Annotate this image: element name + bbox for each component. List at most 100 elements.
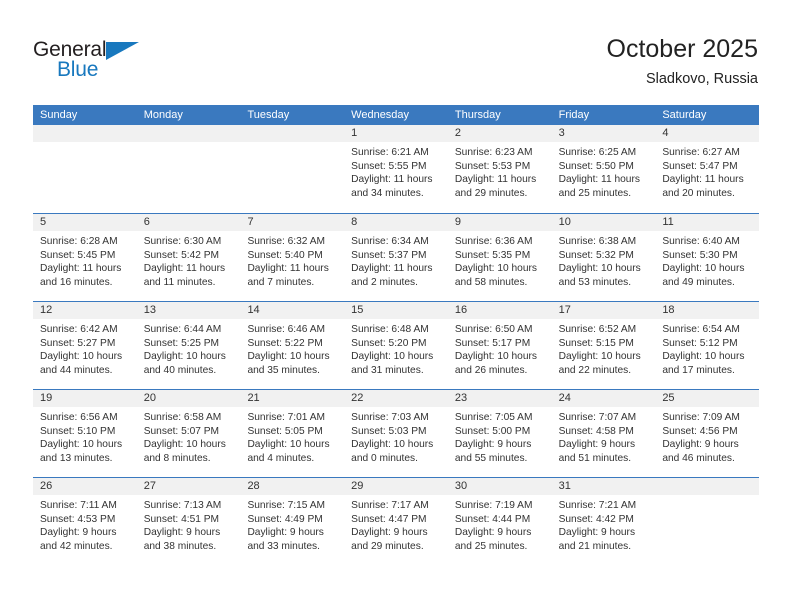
calendar-day-cell[interactable]: 22 Sunrise: 7:03 AM Sunset: 5:03 PM Dayligh…	[344, 390, 448, 477]
calendar-day-cell[interactable]: 3 Sunrise: 6:25 AM Sunset: 5:50 PM Daylight…	[551, 125, 656, 213]
sunset-text: Sunset: 5:40 PM	[247, 249, 323, 261]
calendar-day-cell-empty	[240, 125, 345, 213]
sunrise-text: Sunrise: 6:44 AM	[143, 324, 222, 335]
sunrise-text: Sunrise: 7:01 AM	[247, 412, 326, 423]
sunset-text: Sunset: 5:45 PM	[40, 249, 116, 261]
daylight-text-line1: Daylight: 9 hours	[662, 439, 739, 451]
daylight-text-line2: and 17 minutes.	[662, 364, 735, 376]
day-number: 8	[344, 214, 448, 231]
sunset-text: Sunset: 4:47 PM	[351, 513, 427, 525]
calendar-day-cell[interactable]: 31 Sunrise: 7:21 AM Sunset: 4:42 PM Dayligh…	[551, 478, 656, 565]
calendar-day-cell[interactable]: 16 Sunrise: 6:50 AM Sunset: 5:17 PM Dayligh…	[447, 302, 552, 389]
calendar-day-cell[interactable]: 2 Sunrise: 6:23 AM Sunset: 5:53 PM Daylight…	[447, 125, 552, 213]
day-details: Sunrise: 7:15 AM Sunset: 4:49 PM Daylight:…	[240, 495, 344, 553]
calendar-day-cell[interactable]: 17 Sunrise: 6:52 AM Sunset: 5:15 PM Dayligh…	[551, 302, 656, 389]
day-number: 7	[240, 214, 345, 231]
calendar-day-cell[interactable]: 27 Sunrise: 7:13 AM Sunset: 4:51 PM Dayligh…	[136, 478, 241, 565]
sunrise-text: Sunrise: 7:15 AM	[247, 500, 326, 511]
day-number: 23	[447, 390, 552, 407]
calendar-page: General Blue October 2025 Sladkovo, Russ…	[0, 0, 792, 612]
calendar-day-cell[interactable]: 12 Sunrise: 6:42 AM Sunset: 5:27 PM Dayligh…	[33, 302, 137, 389]
sunrise-text: Sunrise: 6:25 AM	[558, 147, 637, 158]
sunset-text: Sunset: 4:51 PM	[143, 513, 220, 525]
day-details: Sunrise: 6:30 AM Sunset: 5:42 PM Daylight:…	[137, 231, 241, 289]
sunset-text: Sunset: 5:17 PM	[454, 337, 531, 349]
calendar-day-cell[interactable]: 15 Sunrise: 6:48 AM Sunset: 5:20 PM Dayligh…	[344, 302, 448, 389]
calendar-day-cell[interactable]: 21 Sunrise: 7:01 AM Sunset: 5:05 PM Dayligh…	[240, 390, 345, 477]
day-number: 29	[344, 478, 448, 495]
calendar-day-cell[interactable]: 24 Sunrise: 7:07 AM Sunset: 4:58 PM Dayligh…	[551, 390, 656, 477]
calendar-day-cell[interactable]: 11 Sunrise: 6:40 AM Sunset: 5:30 PM Dayligh…	[655, 214, 760, 301]
sunset-text: Sunset: 5:35 PM	[454, 249, 531, 261]
calendar-day-cell[interactable]: 29 Sunrise: 7:17 AM Sunset: 4:47 PM Dayligh…	[344, 478, 448, 565]
daylight-text-line2: and 11 minutes.	[143, 276, 216, 288]
day-details: Sunrise: 6:56 AM Sunset: 5:10 PM Daylight:…	[33, 407, 137, 465]
generalblue-logo[interactable]: General Blue	[33, 38, 153, 88]
calendar-day-cell[interactable]: 19 Sunrise: 6:56 AM Sunset: 5:10 PM Dayligh…	[33, 390, 137, 477]
sunset-text: Sunset: 5:47 PM	[662, 160, 738, 172]
calendar-day-cell[interactable]: 1 Sunrise: 6:21 AM Sunset: 5:55 PM Daylight…	[344, 125, 448, 213]
daylight-text-line1: Daylight: 9 hours	[351, 527, 428, 539]
daylight-text-line1: Daylight: 11 hours	[558, 174, 640, 186]
day-details: Sunrise: 6:21 AM Sunset: 5:55 PM Daylight:…	[344, 142, 448, 200]
calendar-day-cell[interactable]: 8 Sunrise: 6:34 AM Sunset: 5:37 PM Daylight…	[344, 214, 448, 301]
daylight-text-line2: and 58 minutes.	[454, 276, 528, 288]
calendar-week-row: 19 Sunrise: 6:56 AM Sunset: 5:10 PM Dayligh…	[33, 389, 760, 477]
daylight-text-line1: Daylight: 11 hours	[351, 263, 433, 275]
day-number: 2	[447, 125, 552, 142]
daylight-text-line1: Daylight: 10 hours	[351, 351, 434, 363]
calendar-day-cell[interactable]: 20 Sunrise: 6:58 AM Sunset: 5:07 PM Dayligh…	[136, 390, 241, 477]
sunrise-text: Sunrise: 6:23 AM	[454, 147, 533, 158]
day-details: Sunrise: 6:23 AM Sunset: 5:53 PM Daylight:…	[448, 142, 552, 200]
day-details: Sunrise: 6:25 AM Sunset: 5:50 PM Daylight:…	[552, 142, 656, 200]
sunrise-text: Sunrise: 6:52 AM	[558, 324, 637, 335]
calendar-day-cell[interactable]: 7 Sunrise: 6:32 AM Sunset: 5:40 PM Daylight…	[240, 214, 345, 301]
day-details: Sunrise: 7:21 AM Sunset: 4:42 PM Daylight:…	[552, 495, 656, 553]
daylight-text-line1: Daylight: 9 hours	[558, 439, 636, 451]
weekday-header-sunday: Sunday	[40, 109, 78, 121]
calendar-day-cell[interactable]: 5 Sunrise: 6:28 AM Sunset: 5:45 PM Daylight…	[33, 214, 137, 301]
calendar-grid: Sunday Monday Tuesday Wednesday Thursday Frid…	[33, 105, 760, 565]
daylight-text-line1: Daylight: 10 hours	[40, 351, 123, 363]
calendar-week-row: 26 Sunrise: 7:11 AM Sunset: 4:53 PM Dayligh…	[33, 477, 760, 565]
calendar-day-cell[interactable]: 13 Sunrise: 6:44 AM Sunset: 5:25 PM Dayligh…	[136, 302, 241, 389]
daylight-text-line1: Daylight: 9 hours	[558, 527, 636, 539]
day-number: 18	[655, 302, 760, 319]
daylight-text-line2: and 42 minutes.	[40, 540, 113, 552]
sunset-text: Sunset: 5:55 PM	[351, 160, 427, 172]
day-number: 13	[136, 302, 241, 319]
calendar-day-cell[interactable]: 10 Sunrise: 6:38 AM Sunset: 5:32 PM Dayligh…	[551, 214, 656, 301]
calendar-day-cell[interactable]: 28 Sunrise: 7:15 AM Sunset: 4:49 PM Dayligh…	[240, 478, 345, 565]
calendar-day-cell[interactable]: 9 Sunrise: 6:36 AM Sunset: 5:35 PM Daylight…	[447, 214, 552, 301]
calendar-day-cell[interactable]: 14 Sunrise: 6:46 AM Sunset: 5:22 PM Dayligh…	[240, 302, 345, 389]
calendar-week-row: 12 Sunrise: 6:42 AM Sunset: 5:27 PM Dayligh…	[33, 301, 760, 389]
day-details: Sunrise: 7:09 AM Sunset: 4:56 PM Daylight:…	[655, 407, 759, 465]
logo-text-blue: Blue	[57, 58, 99, 81]
sunset-text: Sunset: 5:30 PM	[662, 249, 738, 261]
calendar-day-cell[interactable]: 6 Sunrise: 6:30 AM Sunset: 5:42 PM Daylight…	[136, 214, 241, 301]
title-block: October 2025 Sladkovo, Russia	[607, 34, 759, 89]
sunrise-text: Sunrise: 6:30 AM	[143, 236, 222, 247]
calendar-day-cell[interactable]: 23 Sunrise: 7:05 AM Sunset: 5:00 PM Dayligh…	[447, 390, 552, 477]
daylight-text-line2: and 8 minutes.	[143, 452, 211, 464]
calendar-day-cell[interactable]: 25 Sunrise: 7:09 AM Sunset: 4:56 PM Dayligh…	[655, 390, 760, 477]
sunrise-text: Sunrise: 7:17 AM	[351, 500, 429, 511]
daylight-text-line2: and 44 minutes.	[40, 364, 113, 376]
calendar-day-cell[interactable]: 26 Sunrise: 7:11 AM Sunset: 4:53 PM Dayligh…	[33, 478, 137, 565]
sunrise-text: Sunrise: 6:28 AM	[40, 236, 118, 247]
day-number: 21	[240, 390, 345, 407]
day-details: Sunrise: 6:52 AM Sunset: 5:15 PM Daylight:…	[552, 319, 656, 377]
daylight-text-line1: Daylight: 10 hours	[558, 351, 641, 363]
day-details: Sunrise: 6:32 AM Sunset: 5:40 PM Daylight:…	[240, 231, 344, 289]
day-number: 9	[447, 214, 552, 231]
sunset-text: Sunset: 5:20 PM	[351, 337, 427, 349]
daylight-text-line1: Daylight: 10 hours	[247, 439, 330, 451]
calendar-day-cell[interactable]: 30 Sunrise: 7:19 AM Sunset: 4:44 PM Dayligh…	[447, 478, 552, 565]
daylight-text-line1: Daylight: 10 hours	[454, 263, 537, 275]
day-details: Sunrise: 7:17 AM Sunset: 4:47 PM Daylight:…	[344, 495, 448, 553]
daylight-text-line2: and 40 minutes.	[143, 364, 217, 376]
page-subtitle: Sladkovo, Russia	[645, 71, 758, 87]
sunrise-text: Sunrise: 6:21 AM	[351, 147, 429, 158]
calendar-day-cell[interactable]: 4 Sunrise: 6:27 AM Sunset: 5:47 PM Daylight…	[655, 125, 760, 213]
calendar-day-cell[interactable]: 18 Sunrise: 6:54 AM Sunset: 5:12 PM Dayligh…	[655, 302, 760, 389]
